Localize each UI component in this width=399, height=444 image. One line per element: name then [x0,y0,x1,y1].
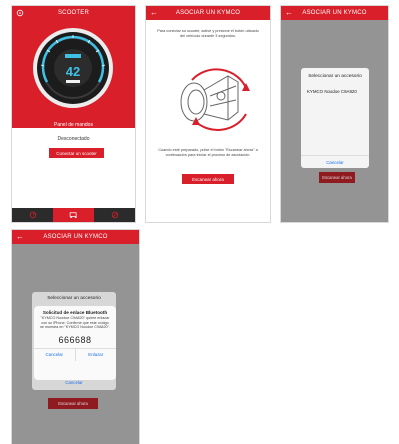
top-bar: ← ASOCIAR UN KYMCO [281,6,388,20]
gauge-icon [29,211,36,219]
scan-now-button[interactable]: Escanear ahora [182,174,234,184]
back-arrow-icon[interactable]: ← [16,232,24,241]
alert-message: "KYMCO Noodoe C9A820" quiere enlazar con… [40,316,110,330]
back-arrow-icon[interactable]: ← [150,8,158,17]
cancel-button[interactable]: Cancelar [301,160,369,165]
wrench-icon [111,211,118,219]
alert-actions: Cancelar Enlazar [34,347,117,361]
scooter-icon[interactable] [16,9,24,17]
scan-now-button[interactable]: Escanear ahora [48,398,98,409]
bluetooth-pairing-screen: ← ASOCIAR UN KYMCO Escanear ahora Selecc… [12,230,139,444]
screen-title: ASOCIAR UN KYMCO [43,234,108,240]
connection-area: Desconectado Conectar un scooter [12,128,135,208]
sheet-title: Seleccionar un accesorio [308,74,362,79]
top-bar: ← ASOCIAR UN KYMCO [146,6,270,20]
accessory-sheet: Seleccionar un accesorio KYMCO Noodoe C9… [301,68,369,168]
accessory-picker-screen: ← ASOCIAR UN KYMCO Escanear ahora Selecc… [281,6,388,222]
bluetooth-pairing-alert: Solicitud de enlace Bluetooth "KYMCO Noo… [34,306,116,380]
screen-title: SCOOTER [57,10,90,16]
sheet-cancel-button[interactable]: Cancelar [32,380,116,385]
accessory-list-item[interactable]: KYMCO Noodoe C9A820 [307,89,369,94]
speedometer-gauge: 42 [33,28,113,108]
top-bar: SCOOTER [12,6,135,20]
cancel-button[interactable]: Cancelar [34,349,75,361]
pairing-instructions-screen: ← ASOCIAR UN KYMCO Para conectar su scoo… [146,6,270,222]
nav-item-vehicle[interactable] [53,208,94,222]
ignition-key-illustration [180,68,250,131]
connection-status: Desconectado [57,136,90,142]
scan-now-button[interactable]: Escanear ahora [319,172,355,183]
dashboard-panel: 42 Panel de mandos [12,20,135,128]
instruction-text-bottom: Cuando esté preparado, pulse el botón "E… [158,148,258,157]
instruction-text-top: Para conectar su scooter, active y presi… [157,29,259,38]
back-arrow-icon[interactable]: ← [285,8,293,17]
connect-scooter-button[interactable]: Conectar un scooter [49,148,104,158]
sheet-title: Seleccionar un accesorio [47,296,101,301]
speed-readout: 42 [66,64,80,79]
screen-title: ASOCIAR UN KYMCO [175,10,241,16]
sheet-divider [301,155,369,156]
nav-item-dashboard[interactable] [12,208,53,222]
nav-item-settings[interactable] [94,208,135,222]
pair-button[interactable]: Enlazar [74,348,117,361]
pairing-code: 666688 [58,334,92,345]
top-bar: ← ASOCIAR UN KYMCO [12,230,139,244]
bottom-navigation [12,208,135,222]
scooter-dashboard-screen: SCOOTER 42 Panel de mandos Desconectado … [12,6,135,222]
scooter-nav-icon [69,212,77,219]
alert-title: Solicitud de enlace Bluetooth [42,310,108,315]
screen-title: ASOCIAR UN KYMCO [302,10,367,16]
